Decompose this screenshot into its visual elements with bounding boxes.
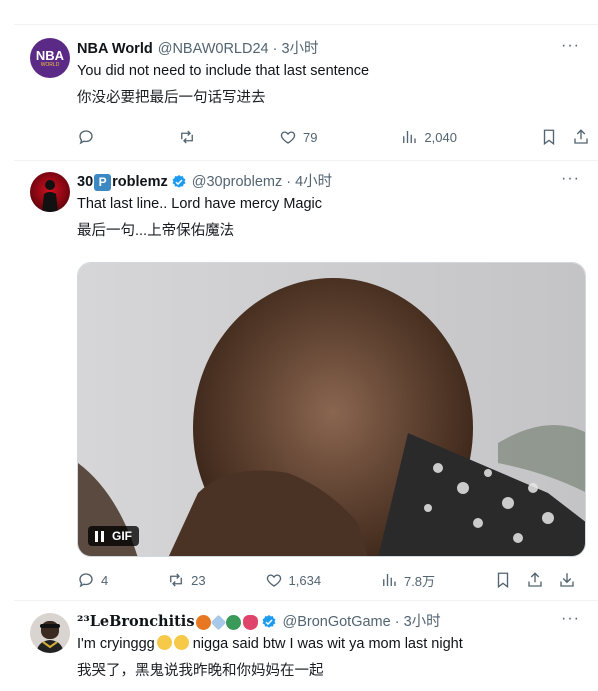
like-count: 79: [302, 129, 318, 145]
like-button[interactable]: 1,634: [265, 571, 322, 589]
view-count: 2,040: [424, 129, 457, 145]
retweet-button[interactable]: 23: [167, 571, 206, 589]
pause-icon: [95, 530, 104, 542]
reply-icon: [79, 130, 93, 145]
top-strip: [0, 0, 598, 24]
tweet-text-start: I'm cryinggg: [77, 636, 155, 652]
reply-button[interactable]: [77, 128, 95, 146]
handle-and-time[interactable]: @BronGotGame · 3小时: [282, 612, 440, 632]
gif-badge[interactable]: GIF: [88, 526, 139, 546]
more-icon[interactable]: ···: [561, 38, 580, 54]
share-icon: [574, 129, 588, 144]
tweet-header: 30 Problemz @30problemz · 4小时: [77, 172, 582, 192]
globe-emoji: [226, 614, 242, 630]
bookmark-icon: [543, 129, 555, 146]
display-name-prefix: 30: [77, 174, 94, 190]
avatar-figure: [42, 180, 58, 212]
tweet-header: NBA World @NBAW0RLD24 · 3小时: [77, 39, 582, 59]
verified-icon: [263, 615, 276, 628]
download-icon: [560, 573, 574, 587]
bookmark-button[interactable]: [494, 571, 512, 589]
like-icon: [280, 131, 296, 144]
tweet-translation: 最后一句...上帝保佑魔法: [77, 223, 235, 239]
reply-count: 4: [101, 572, 109, 588]
display-name-suffix: roblemz: [112, 174, 168, 190]
avatar[interactable]: NBA WORLD: [30, 38, 70, 78]
handle-and-time[interactable]: @30problemz · 4小时: [192, 172, 332, 192]
tweet-body: NBA World @NBAW0RLD24 · 3小时 ··· You did …: [77, 38, 582, 108]
tweet-body: ²³LeBronchitis @BronGotGame · 3小时 ··· I'…: [77, 611, 582, 681]
download-button[interactable]: [558, 571, 576, 589]
tweet-header: ²³LeBronchitis @BronGotGame · 3小时: [77, 612, 582, 632]
views-icon: [403, 131, 417, 143]
tweet-text: That last line.. Lord have mercy Magic: [77, 196, 322, 212]
retweet-icon: [181, 130, 193, 144]
retweet-button[interactable]: [178, 128, 196, 146]
display-name[interactable]: 30 Problemz: [77, 172, 168, 192]
tweet-body: 30 Problemz @30problemz · 4小时 ··· That la…: [77, 171, 582, 241]
comet-emoji: [211, 614, 227, 630]
views-button[interactable]: 2,040: [400, 128, 457, 146]
share-button[interactable]: [526, 571, 544, 589]
like-icon: [266, 574, 281, 587]
avatar[interactable]: [30, 172, 70, 212]
right-actions: [540, 128, 590, 146]
retweet-icon: [170, 573, 183, 587]
share-icon: [528, 572, 542, 587]
tweet-translation: 我哭了，黑鬼说我昨晚和你妈妈在一起: [77, 663, 324, 679]
right-actions: [494, 571, 576, 589]
like-count: 1,634: [288, 572, 322, 588]
basketball-emoji: [196, 614, 212, 630]
views-button[interactable]: 7.8万: [380, 571, 435, 590]
tweet-gif-media[interactable]: GIF: [77, 262, 586, 557]
more-icon[interactable]: ···: [561, 611, 580, 627]
avatar[interactable]: [30, 613, 70, 653]
view-count: 7.8万: [403, 573, 436, 589]
like-button[interactable]: 79: [279, 128, 317, 146]
tweet-lebronchitis[interactable]: ²³LeBronchitis @BronGotGame · 3小时 ··· I'…: [14, 601, 598, 691]
tweet-text: You did not need to include that last se…: [77, 63, 370, 79]
tweet-translation: 你没必要把最后一句话写进去: [77, 90, 266, 106]
tweet-text: I'm cryinggg nigga said btw I was wit ya…: [77, 634, 582, 654]
action-bar: 79 2,040: [77, 127, 590, 147]
display-name[interactable]: NBA World: [77, 39, 153, 59]
views-icon: [383, 574, 396, 586]
bookmark-icon: [497, 572, 509, 589]
tweet-text-end: nigga said btw I was wit ya mom last nig…: [188, 636, 463, 652]
display-name[interactable]: ²³LeBronchitis: [77, 612, 194, 632]
bookmark-button[interactable]: [540, 128, 558, 146]
crying-emoji: [173, 635, 189, 650]
verified-icon: [172, 175, 186, 188]
more-icon[interactable]: ···: [561, 171, 580, 187]
reply-icon: [79, 573, 93, 588]
reply-button[interactable]: 4: [77, 571, 108, 589]
hearts-emoji: [243, 614, 259, 630]
gif-frame: [78, 263, 585, 556]
handle-and-time[interactable]: @NBAW0RLD24 · 3小时: [158, 39, 319, 59]
parking-emoji: P: [94, 173, 112, 191]
share-button[interactable]: [572, 128, 590, 146]
crying-emoji: [156, 635, 172, 650]
gif-label: GIF: [112, 529, 132, 543]
avatar-logo-subtext: WORLD: [40, 61, 60, 68]
avatar-figure: [36, 621, 64, 653]
tweet-nba-world[interactable]: NBA WORLD NBA World @NBAW0RLD24 · 3小时 ··…: [14, 25, 598, 160]
avatar-logo-text: NBA: [35, 47, 65, 63]
action-bar: 4 23 1,634 7.8万: [77, 570, 576, 590]
retweet-count: 23: [191, 572, 206, 588]
